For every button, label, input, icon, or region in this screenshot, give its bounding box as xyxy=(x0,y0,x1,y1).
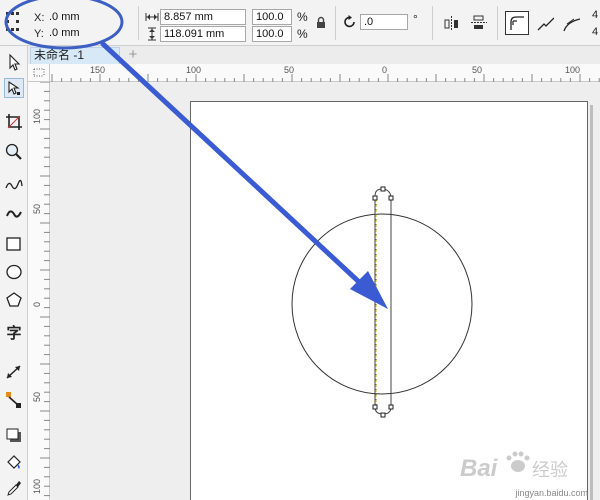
ruler-label: 100 xyxy=(32,478,42,494)
separator xyxy=(432,6,433,40)
overflow-value-top: 4 xyxy=(592,9,599,21)
ruler-label: 100 xyxy=(32,108,42,124)
ruler-label: 0 xyxy=(32,301,42,307)
scale-y-unit: % xyxy=(297,27,308,41)
ruler-label: 100 xyxy=(186,65,202,75)
symmetric-node-icon[interactable] xyxy=(562,14,580,32)
document-tab-bar: 未命名 -1 + xyxy=(28,46,600,64)
ruler-label: 150 xyxy=(90,65,106,75)
watermark-url: jingyan.baidu.com xyxy=(515,488,588,498)
mirror-vertical-icon[interactable] xyxy=(470,14,488,32)
ruler-label: 50 xyxy=(32,203,42,214)
new-tab-button[interactable]: + xyxy=(124,46,142,64)
drawing-layer xyxy=(291,186,473,418)
pick-tool-icon[interactable] xyxy=(4,52,24,72)
drop-shadow-tool-icon[interactable] xyxy=(4,426,24,446)
separator xyxy=(497,6,498,40)
connector-tool-icon[interactable] xyxy=(4,390,24,410)
rectangle-tool-icon[interactable] xyxy=(4,234,24,254)
height-field[interactable]: 118.091 mm xyxy=(160,26,246,42)
horizontal-ruler[interactable]: 150 100 50 0 50 100 xyxy=(50,64,600,82)
toolbox: 字 xyxy=(0,46,28,500)
selected-rectangle-shape[interactable] xyxy=(374,188,392,415)
scale-y-field[interactable]: 100.0 xyxy=(252,26,292,42)
x-label: X: xyxy=(34,12,45,24)
ruler-label: 50 xyxy=(284,65,295,75)
eyedropper-tool-icon[interactable] xyxy=(4,478,24,498)
reference-point-icon[interactable] xyxy=(6,12,20,32)
vertical-ruler[interactable]: 100 50 0 50 100 xyxy=(28,82,50,500)
mirror-horizontal-icon[interactable] xyxy=(443,14,461,32)
shape-tool-button[interactable] xyxy=(4,78,24,98)
ruler-label: 100 xyxy=(565,65,581,75)
rotate-icon xyxy=(344,15,355,28)
crop-tool-icon[interactable] xyxy=(4,112,24,132)
y-label: Y: xyxy=(34,28,44,40)
dimension-tool-icon[interactable] xyxy=(4,362,24,382)
property-bar: X: .0 mm Y: .0 mm 8.857 mm 118.091 mm 10… xyxy=(0,0,600,46)
watermark-suffix: 经验 xyxy=(532,460,568,481)
ruler-origin[interactable] xyxy=(28,64,50,82)
ellipse-tool-icon[interactable] xyxy=(4,262,24,282)
y-position-field[interactable]: .0 mm xyxy=(46,26,130,42)
x-position-field[interactable]: .0 mm xyxy=(46,10,130,26)
separator xyxy=(335,6,336,40)
degree-symbol: ° xyxy=(413,12,418,26)
circle-shape[interactable] xyxy=(291,213,473,395)
polygon-tool-icon[interactable] xyxy=(4,290,24,310)
overflow-value-bottom: 4 xyxy=(592,26,599,38)
freehand-tool-icon[interactable] xyxy=(4,176,24,196)
watermark-brand: Bai xyxy=(460,455,499,482)
scale-x-unit: % xyxy=(297,10,308,24)
scale-x-field[interactable]: 100.0 xyxy=(252,9,292,25)
smart-drawing-tool-icon[interactable] xyxy=(4,204,24,224)
rotation-field[interactable]: .0 xyxy=(360,14,408,30)
lock-ratio-icon[interactable] xyxy=(314,16,332,34)
ruler-label: 0 xyxy=(382,65,388,75)
watermark-logo: Bai 经验 xyxy=(460,450,590,486)
ruler-label: 50 xyxy=(32,391,42,402)
drawing-canvas[interactable]: Bai 经验 jingyan.baidu.com xyxy=(51,83,600,500)
width-field[interactable]: 8.857 mm xyxy=(160,9,246,25)
corner-node-button[interactable] xyxy=(505,11,529,35)
width-icon xyxy=(145,13,159,21)
smooth-node-icon[interactable] xyxy=(536,14,554,32)
ruler-label: 50 xyxy=(472,65,483,75)
shape-tool-icon xyxy=(8,80,20,95)
zoom-tool-icon[interactable] xyxy=(4,142,24,162)
fill-tool-icon[interactable] xyxy=(4,452,24,472)
separator xyxy=(138,6,139,40)
text-tool-icon[interactable]: 字 xyxy=(4,324,24,344)
height-icon xyxy=(148,27,156,41)
tab-document[interactable]: 未命名 -1 xyxy=(30,47,120,64)
